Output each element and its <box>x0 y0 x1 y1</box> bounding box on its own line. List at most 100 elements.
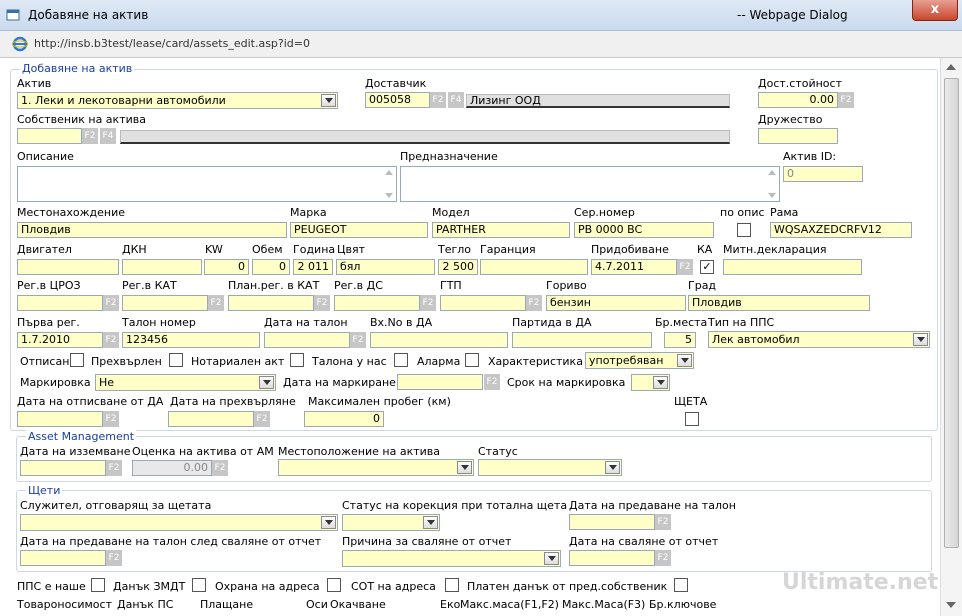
pridobivane-f2-button[interactable]: F2 <box>677 259 693 275</box>
pps-nashe-checkbox[interactable] <box>91 578 105 592</box>
gtp-input[interactable] <box>440 295 526 311</box>
mestopolozhenie-select[interactable] <box>278 459 474 476</box>
tip-pps-select[interactable]: Лек автомобил <box>708 331 930 348</box>
prehvarlen-checkbox[interactable] <box>169 353 183 367</box>
danak-zmdt-checkbox[interactable] <box>192 578 206 592</box>
otsenka-f2-button[interactable]: F2 <box>212 460 228 476</box>
prichina-select[interactable] <box>342 550 561 567</box>
godina-input[interactable]: 2 011 <box>293 259 333 275</box>
otpisan-checkbox[interactable] <box>70 353 84 367</box>
textarea-scrollbar[interactable] <box>382 167 396 201</box>
sobstvenik-name <box>120 130 730 144</box>
dost-stoinost-input[interactable]: 0.00 <box>758 92 838 108</box>
dkn-input[interactable] <box>122 259 202 275</box>
gtp-f2-button[interactable]: F2 <box>526 295 542 311</box>
markirovka-select[interactable]: Не <box>95 374 276 391</box>
data-otpisvane-f2-button[interactable]: F2 <box>103 411 119 427</box>
talona-u-nas-checkbox[interactable] <box>394 353 408 367</box>
dostavchik-f4-button[interactable]: F4 <box>448 92 464 108</box>
talon-nomer-input[interactable]: 123456 <box>122 332 260 348</box>
tsviat-input[interactable]: бял <box>336 259 435 275</box>
reg-kat-f2-button[interactable]: F2 <box>208 295 224 311</box>
parva-reg-input[interactable]: 1.7.2010 <box>17 332 103 348</box>
data-predavane-sled-input[interactable] <box>20 550 106 566</box>
reg-tsroz-f2-button[interactable]: F2 <box>103 295 119 311</box>
teglo-input[interactable]: 2 500 <box>438 259 478 275</box>
dvigatel-input[interactable] <box>17 259 119 275</box>
srok-markirovka-select[interactable] <box>631 374 670 391</box>
ser-nomer-input[interactable]: PB 0000 BC <box>574 222 714 238</box>
status-select[interactable] <box>478 459 622 476</box>
scroll-up-icon[interactable] <box>946 64 956 70</box>
data-prehvarliane-input[interactable] <box>168 411 254 427</box>
garantsia-input[interactable] <box>480 259 588 275</box>
reg-tsroz-input[interactable] <box>17 295 103 311</box>
ohrana-checkbox[interactable] <box>327 578 341 592</box>
notarialen-akt-checkbox[interactable] <box>290 353 304 367</box>
data-izzemvane-f2-button[interactable]: F2 <box>106 460 122 476</box>
gtp-label: ГТП <box>440 279 462 292</box>
dost-stoinost-f2-button[interactable]: F2 <box>838 92 854 108</box>
data-markirane-f2-button[interactable]: F2 <box>484 374 500 390</box>
data-predavane-talon-input[interactable] <box>569 514 655 530</box>
mitn-deklaratsia-input[interactable] <box>723 259 862 275</box>
opisanie-textarea[interactable] <box>17 166 397 202</box>
data-prehvarliane-f2-button[interactable]: F2 <box>254 411 270 427</box>
shteta-checkbox[interactable] <box>685 412 699 426</box>
vertical-scrollbar[interactable] <box>940 58 962 616</box>
aktiv-select[interactable]: 1. Леки и лекотоварни автомобили <box>17 92 338 109</box>
reg-ds-f2-button[interactable]: F2 <box>420 295 436 311</box>
plan-reg-kat-input[interactable] <box>228 295 314 311</box>
data-predavane-talon-f2-button[interactable]: F2 <box>655 514 671 530</box>
alarma-checkbox[interactable] <box>465 353 479 367</box>
kw-input[interactable]: 0 <box>204 259 249 275</box>
sot-checkbox[interactable] <box>445 578 459 592</box>
marka-input[interactable]: PEUGEOT <box>290 222 428 238</box>
model-input[interactable]: PARTHER <box>432 222 570 238</box>
obem-input[interactable]: 0 <box>252 259 290 275</box>
sobstvenik-f2-button[interactable]: F2 <box>82 128 98 144</box>
data-otpisvane-input[interactable] <box>17 411 103 427</box>
partida-da-input[interactable] <box>512 332 652 348</box>
status-korektsia-select[interactable] <box>342 514 440 531</box>
sobstvenik-input[interactable] <box>17 128 82 144</box>
status-label: Статус <box>478 445 518 458</box>
vh-no-da-input[interactable] <box>370 332 508 348</box>
data-svaliane-input[interactable] <box>569 550 655 566</box>
close-button[interactable]: x <box>912 0 958 21</box>
data-predavane-sled-f2-button[interactable]: F2 <box>106 550 122 566</box>
textarea-scrollbar[interactable] <box>765 167 779 201</box>
pridobivane-input[interactable]: 4.7.2011 <box>591 259 677 275</box>
druzhestvo-input[interactable] <box>758 128 838 144</box>
parva-reg-f2-button[interactable]: F2 <box>103 332 119 348</box>
reg-kat-input[interactable] <box>122 295 208 311</box>
data-talon-f2-button[interactable]: F2 <box>350 332 366 348</box>
mestonahozhdenie-input[interactable]: Пловдив <box>17 222 287 238</box>
scroll-thumb[interactable] <box>944 78 959 548</box>
data-talon-input[interactable] <box>264 332 350 348</box>
ka-checkbox[interactable]: ✓ <box>700 260 714 274</box>
sot-label: СОТ на адреса <box>351 580 436 593</box>
harakteristika-select[interactable]: употребяван <box>585 352 694 369</box>
data-markirane-input[interactable] <box>397 374 483 390</box>
data-svaliane-label: Дата на сваляне от отчет <box>569 535 719 548</box>
plan-reg-kat-f2-button[interactable]: F2 <box>314 295 330 311</box>
max-probeg-input[interactable]: 0 <box>304 411 384 427</box>
sobstvenik-f4-button[interactable]: F4 <box>100 128 116 144</box>
data-svaliane-f2-button[interactable]: F2 <box>655 550 671 566</box>
platen-danak-checkbox[interactable] <box>674 578 688 592</box>
po-opis-label: по опис <box>720 206 765 219</box>
scroll-down-icon[interactable] <box>946 602 956 608</box>
dostavchik-code-input[interactable]: 005058 <box>365 92 430 108</box>
dostavchik-f2-button[interactable]: F2 <box>430 92 446 108</box>
grad-input[interactable]: Пловдив <box>688 295 870 311</box>
data-izzemvane-input[interactable] <box>20 460 106 476</box>
sluzhitel-select[interactable] <box>20 514 338 531</box>
prednaznachenie-textarea[interactable] <box>400 166 780 202</box>
gorivo-input[interactable]: бензин <box>546 295 686 311</box>
po-opis-checkbox[interactable] <box>737 223 751 237</box>
data-otpisvane-label: Дата на отписване от ДА <box>17 395 164 408</box>
reg-ds-input[interactable] <box>334 295 420 311</box>
br-mesta-input[interactable]: 5 <box>664 332 696 348</box>
rama-input[interactable]: WQSAXZEDCRFV12 <box>770 222 912 238</box>
